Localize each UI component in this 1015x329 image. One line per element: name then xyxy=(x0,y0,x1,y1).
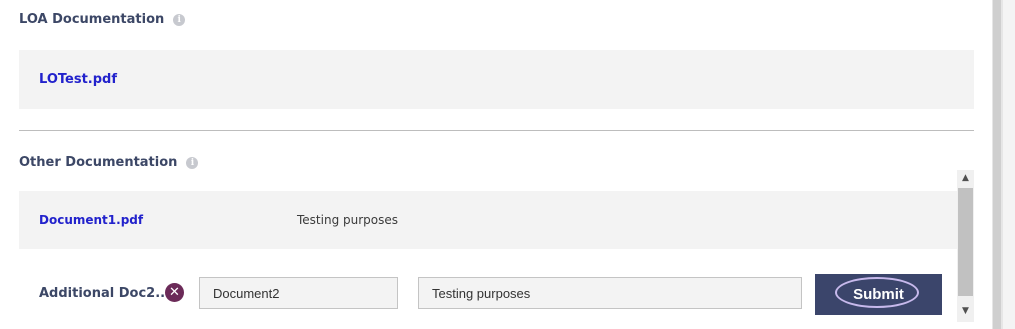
chevron-up-icon[interactable]: ▲ xyxy=(957,170,974,187)
window-scrollbar-track xyxy=(993,0,1001,329)
scrollbar-thumb[interactable] xyxy=(958,188,973,296)
submit-button[interactable]: Submit xyxy=(815,274,942,315)
loa-document-panel: LOTest.pdf xyxy=(19,50,974,109)
documentation-page: LOA Documentation i LOTest.pdf Other Doc… xyxy=(0,0,1015,329)
chevron-down-icon[interactable]: ▼ xyxy=(957,303,974,320)
window-edge xyxy=(992,0,1015,329)
other-documentation-heading: Other Documentation i xyxy=(19,155,199,170)
additional-document-label: Additional Doc2... xyxy=(39,286,171,301)
adjacent-panel-edge xyxy=(1003,0,1015,329)
document-link[interactable]: Document1.pdf xyxy=(39,213,143,227)
loa-documentation-heading: LOA Documentation i xyxy=(19,12,186,27)
document-description: Testing purposes xyxy=(297,213,399,227)
documents-scrollbar[interactable]: ▲ ▼ xyxy=(957,170,974,322)
document-name-input[interactable] xyxy=(199,277,398,309)
other-documents-list: Document1.pdf Testing purposes Additiona… xyxy=(19,190,957,329)
close-circle-icon[interactable]: ✕ xyxy=(165,283,184,302)
other-documentation-title: Other Documentation xyxy=(19,155,178,170)
info-icon[interactable]: i xyxy=(186,156,199,169)
loa-documentation-title: LOA Documentation xyxy=(19,12,165,27)
document-row: Document1.pdf Testing purposes xyxy=(19,191,957,249)
submit-button-label: Submit xyxy=(853,286,904,303)
loa-file-link[interactable]: LOTest.pdf xyxy=(39,72,117,87)
info-icon[interactable]: i xyxy=(173,13,186,26)
section-divider xyxy=(19,130,974,131)
document-description-input[interactable] xyxy=(418,277,802,309)
